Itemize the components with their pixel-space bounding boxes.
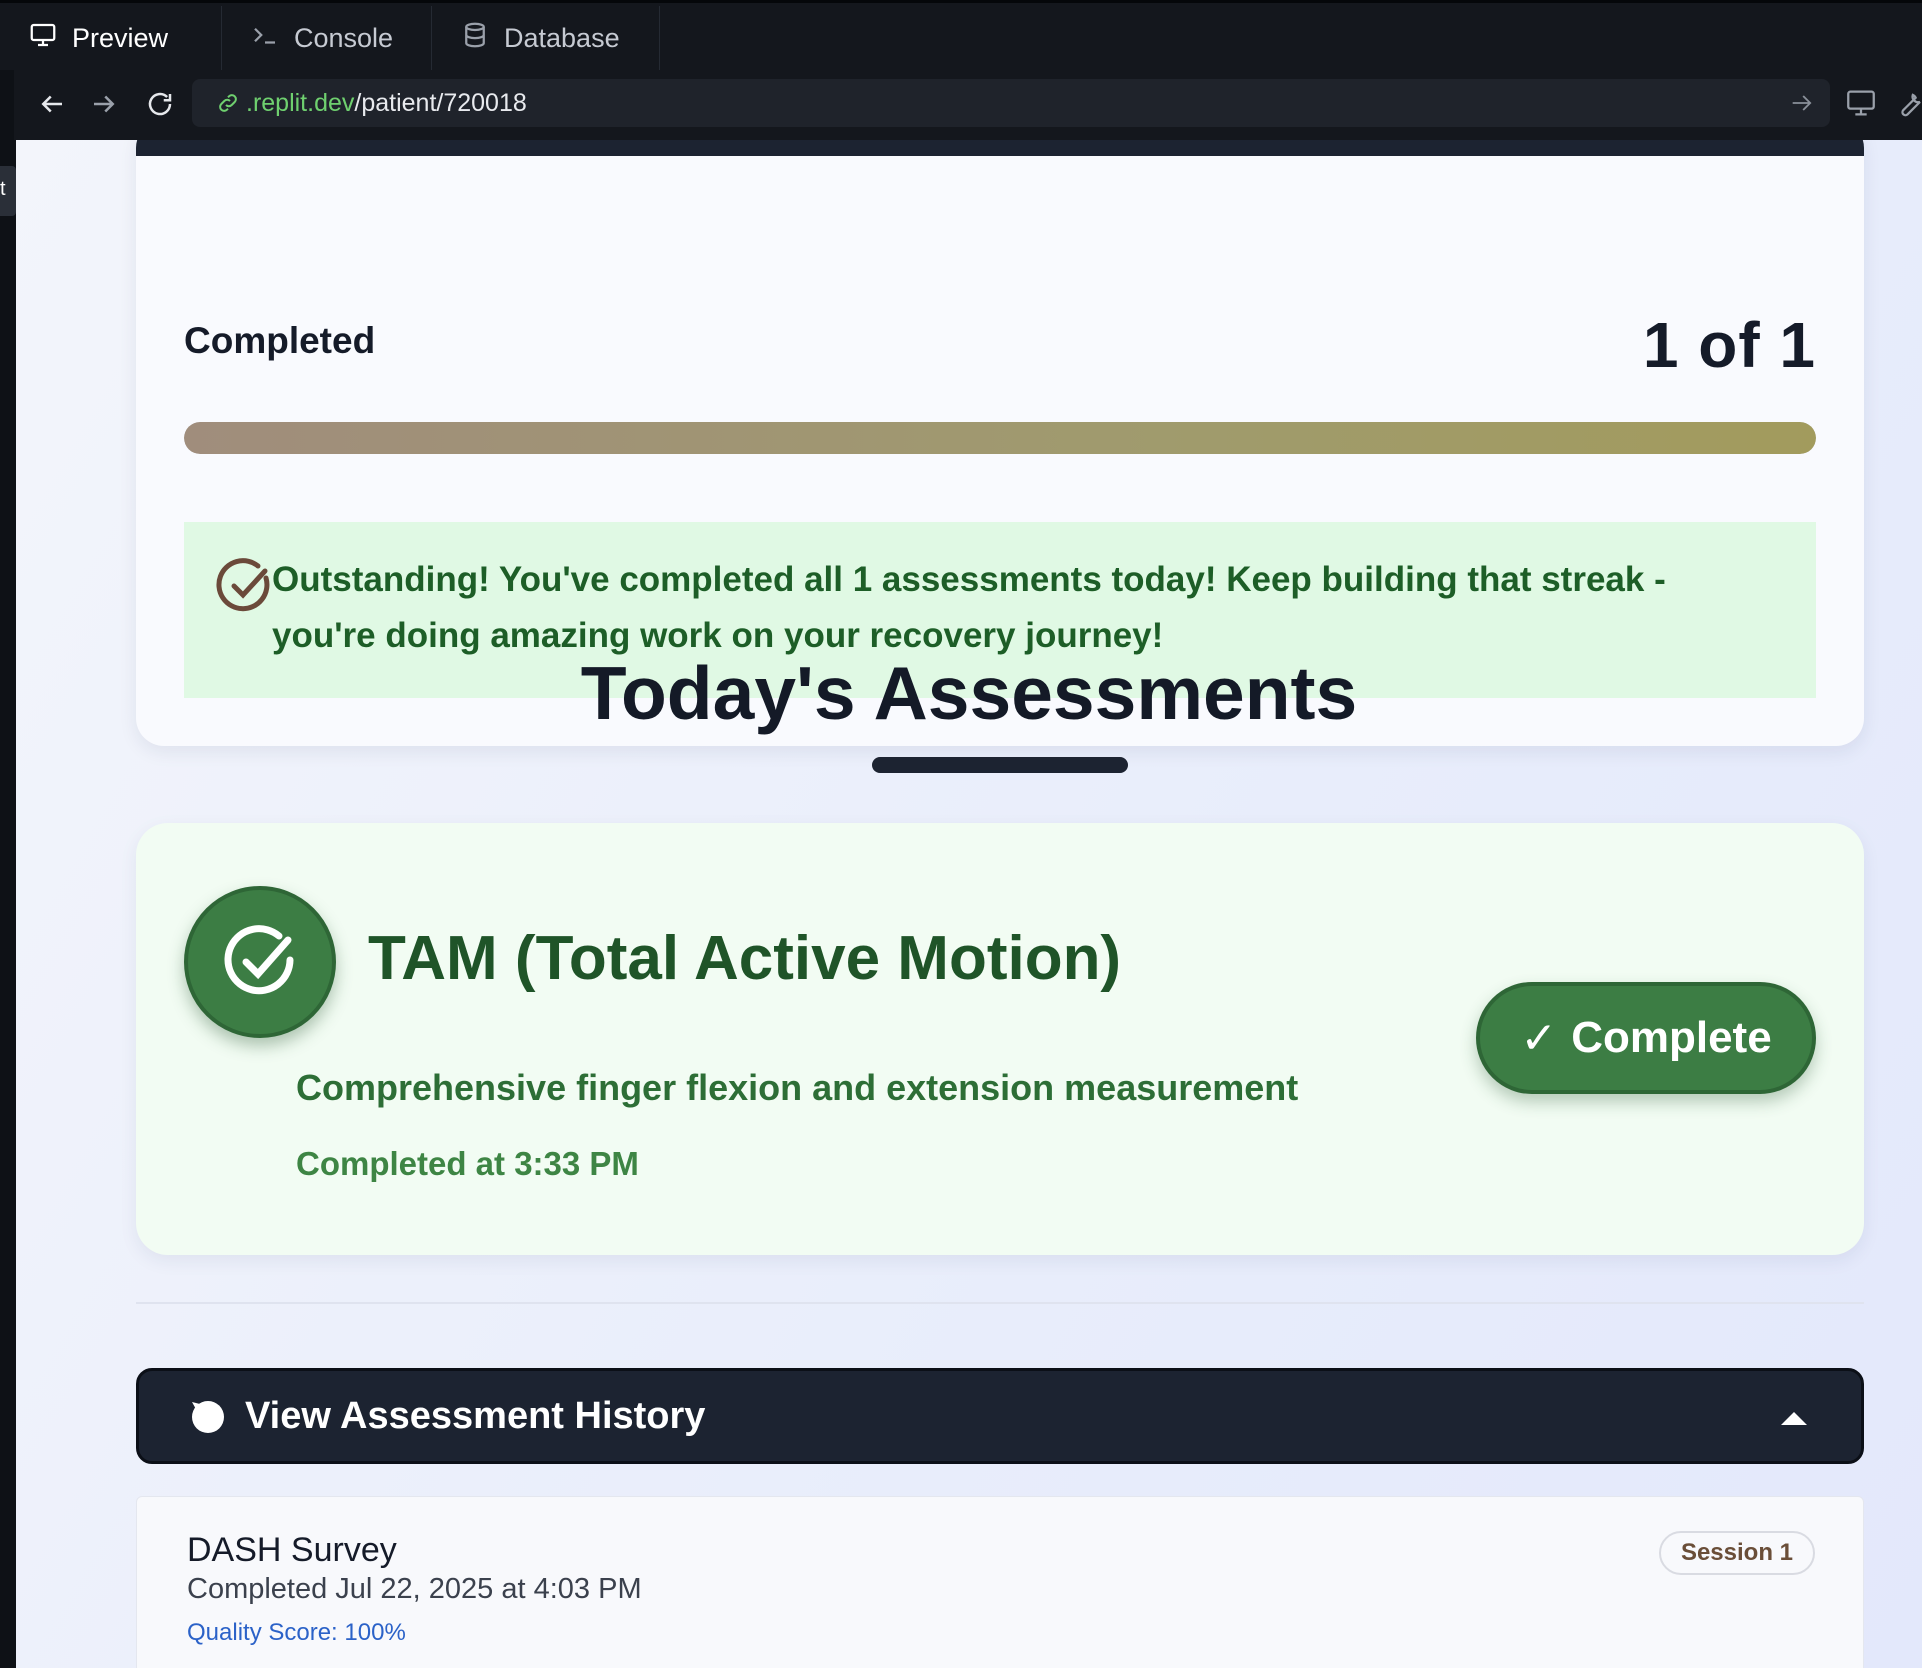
assessment-description: Comprehensive finger flexion and extensi… <box>296 1067 1299 1108</box>
reload-button[interactable] <box>140 84 180 124</box>
reload-icon <box>148 92 172 116</box>
tab-label: Preview <box>72 22 169 53</box>
tab-preview[interactable]: Preview <box>0 6 222 70</box>
assessment-status-badge <box>184 886 336 1038</box>
url-host: .replit.dev <box>246 88 355 117</box>
checkmark-icon: ✓ <box>1520 1013 1558 1063</box>
session-badge: Session 1 <box>1658 1531 1815 1575</box>
check-circle-icon <box>216 558 270 612</box>
terminal-icon <box>250 20 280 57</box>
view-history-label: View Assessment History <box>245 1394 706 1437</box>
complete-button[interactable]: ✓ Complete <box>1476 982 1816 1094</box>
device-preview-icon[interactable] <box>1844 86 1878 120</box>
link-icon <box>219 94 237 112</box>
progress-bar-fill <box>184 422 1816 454</box>
completed-count: 1 of 1 <box>1642 309 1816 381</box>
section-title: Today's Assessments <box>580 651 1358 735</box>
completed-label: Completed <box>184 320 376 361</box>
section-title-underline <box>872 757 1128 773</box>
browser-url-bar: .replit.dev/patient/720018 <box>14 70 1922 140</box>
assessment-completed-time: Completed at 3:33 PM <box>296 1145 639 1182</box>
forward-button[interactable] <box>84 84 124 124</box>
url-path: /patient/720018 <box>354 88 527 117</box>
arrow-right-icon <box>94 95 115 113</box>
tab-database[interactable]: Database <box>432 6 660 70</box>
card-header-strip <box>136 140 1864 156</box>
history-item-date: Completed Jul 22, 2025 at 4:03 PM <box>187 1573 642 1605</box>
chevron-up-icon <box>1781 1412 1807 1425</box>
collapsed-panel-tab[interactable]: t <box>0 166 16 216</box>
section-divider <box>136 1302 1864 1304</box>
history-item-title: DASH Survey <box>187 1531 397 1569</box>
tab-console[interactable]: Console <box>222 6 432 70</box>
history-icon <box>192 1401 224 1433</box>
monitor-icon <box>28 20 58 57</box>
assessment-title: TAM (Total Active Motion) <box>368 924 1122 993</box>
arrow-left-icon <box>41 95 62 113</box>
history-item-score: Quality Score: 100% <box>187 1619 406 1646</box>
check-circle-icon <box>224 925 294 995</box>
assessment-card[interactable]: TAM (Total Active Motion) Comprehensive … <box>136 823 1864 1255</box>
banner-text: Outstanding! You've completed all 1 asse… <box>272 560 1666 655</box>
go-arrow-icon[interactable] <box>1788 89 1816 117</box>
tab-label: Database <box>504 22 620 53</box>
tab-label: Console <box>294 22 394 53</box>
database-icon <box>460 20 490 57</box>
wrench-icon[interactable] <box>1892 86 1922 120</box>
progress-bar <box>184 422 1816 454</box>
view-history-toggle[interactable]: View Assessment History <box>136 1368 1864 1464</box>
browser-tab-bar: Preview Console Database <box>0 0 1922 70</box>
back-button[interactable] <box>32 84 72 124</box>
complete-button-label: Complete <box>1571 1013 1772 1062</box>
patient-page: Completed 1 of 1 Outstanding! You've com… <box>16 140 1922 1668</box>
url-input[interactable]: .replit.dev/patient/720018 <box>192 79 1830 127</box>
history-list-item[interactable]: DASH Survey Completed Jul 22, 2025 at 4:… <box>136 1496 1864 1668</box>
workspace-left-strip <box>0 140 16 1668</box>
